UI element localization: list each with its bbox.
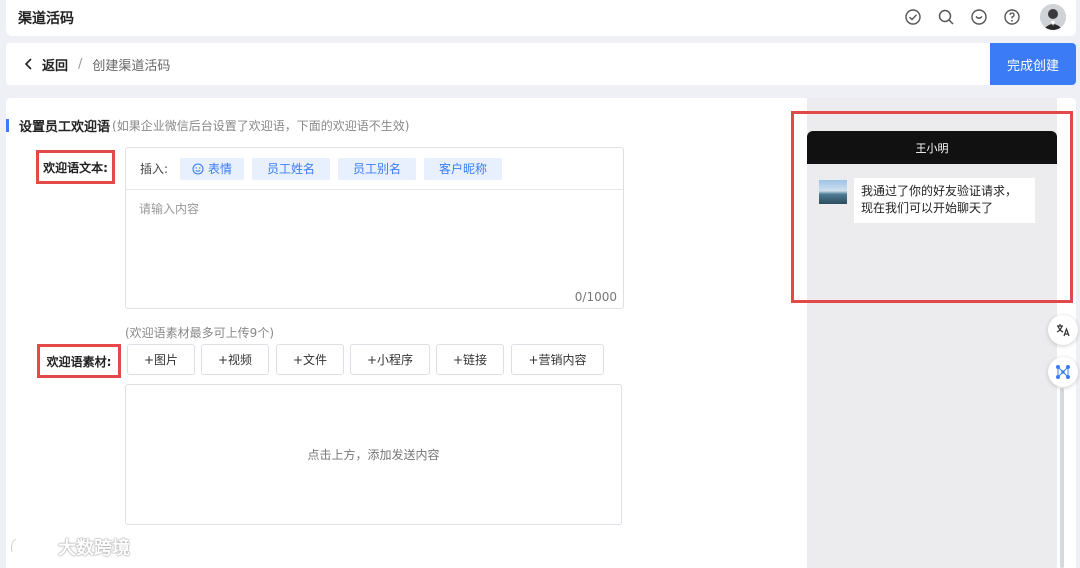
- welcome-text-editor: 插入: 表情 员工姓名 员工别名 客户昵称 请输入内容 0/1000: [125, 147, 624, 309]
- top-bar: 渠道活码: [6, 0, 1076, 36]
- welcome-text-input[interactable]: 请输入内容: [139, 200, 199, 217]
- translate-icon[interactable]: [1048, 315, 1078, 345]
- smile-icon: [192, 162, 204, 175]
- insert-employee-alias-chip[interactable]: 员工别名: [338, 157, 417, 180]
- section-note: (如果企业微信后台设置了欢迎语，下面的欢迎语不生效): [112, 119, 410, 133]
- check-circle-icon[interactable]: [902, 6, 924, 28]
- add-image-button[interactable]: +图片: [127, 344, 195, 375]
- material-drop-zone[interactable]: 点击上方，添加发送内容: [125, 384, 622, 525]
- drop-zone-hint: 点击上方，添加发送内容: [307, 448, 440, 462]
- welcome-text-label-text: 欢迎语文本:: [43, 160, 108, 175]
- section-accent-bar: [6, 119, 9, 132]
- add-link-button[interactable]: +链接: [436, 344, 504, 375]
- finish-create-button[interactable]: 完成创建: [990, 43, 1076, 85]
- user-avatar[interactable]: [1040, 4, 1066, 30]
- scrollbar[interactable]: [1060, 388, 1064, 568]
- help-icon[interactable]: [1001, 6, 1023, 28]
- welcome-material-label: 欢迎语素材:: [37, 344, 121, 378]
- chat-icon[interactable]: [968, 6, 990, 28]
- insert-customer-nickname-chip[interactable]: 客户昵称: [424, 157, 503, 180]
- add-miniprogram-button[interactable]: +小程序: [350, 344, 430, 375]
- breadcrumb-current: 创建渠道活码: [92, 58, 171, 74]
- insert-employee-name-chip[interactable]: 员工姓名: [252, 157, 331, 180]
- breadcrumb: 返回 / 创建渠道活码 完成创建: [6, 43, 1076, 85]
- page-title: 渠道活码: [18, 11, 74, 27]
- preview-highlight-frame: [791, 111, 1073, 303]
- insert-toolbar: 插入: 表情 员工姓名 员工别名 客户昵称: [126, 148, 623, 190]
- topbar-icons: [902, 4, 1066, 30]
- main-panel: 设置员工欢迎语 (如果企业微信后台设置了欢迎语，下面的欢迎语不生效) 欢迎语文本…: [6, 98, 1076, 568]
- brand-name: 大数跨境: [58, 538, 130, 559]
- section-title: 设置员工欢迎语: [19, 120, 111, 135]
- section-header: 设置员工欢迎语 (如果企业微信后台设置了欢迎语，下面的欢迎语不生效): [6, 116, 409, 135]
- insert-label: 插入:: [140, 162, 169, 176]
- char-counter: 0/1000: [574, 290, 617, 304]
- add-video-button[interactable]: +视频: [201, 344, 269, 375]
- welcome-text-label: 欢迎语文本:: [36, 150, 115, 184]
- chevron-left-icon[interactable]: [22, 57, 36, 71]
- add-file-button[interactable]: +文件: [276, 344, 344, 375]
- chip-label: 表情: [208, 162, 233, 176]
- add-marketing-content-button[interactable]: +营销内容: [511, 344, 604, 375]
- network-icon[interactable]: [1048, 357, 1078, 387]
- welcome-material-label-text: 欢迎语素材:: [46, 354, 112, 369]
- material-note: (欢迎语素材最多可上传9个): [125, 326, 274, 340]
- search-icon[interactable]: [935, 6, 957, 28]
- brand-watermark: 大数跨境: [8, 534, 130, 560]
- back-link[interactable]: 返回: [42, 55, 68, 74]
- brand-logo-icon: [8, 534, 52, 560]
- breadcrumb-separator: /: [78, 56, 83, 72]
- insert-emoji-chip[interactable]: 表情: [180, 157, 245, 180]
